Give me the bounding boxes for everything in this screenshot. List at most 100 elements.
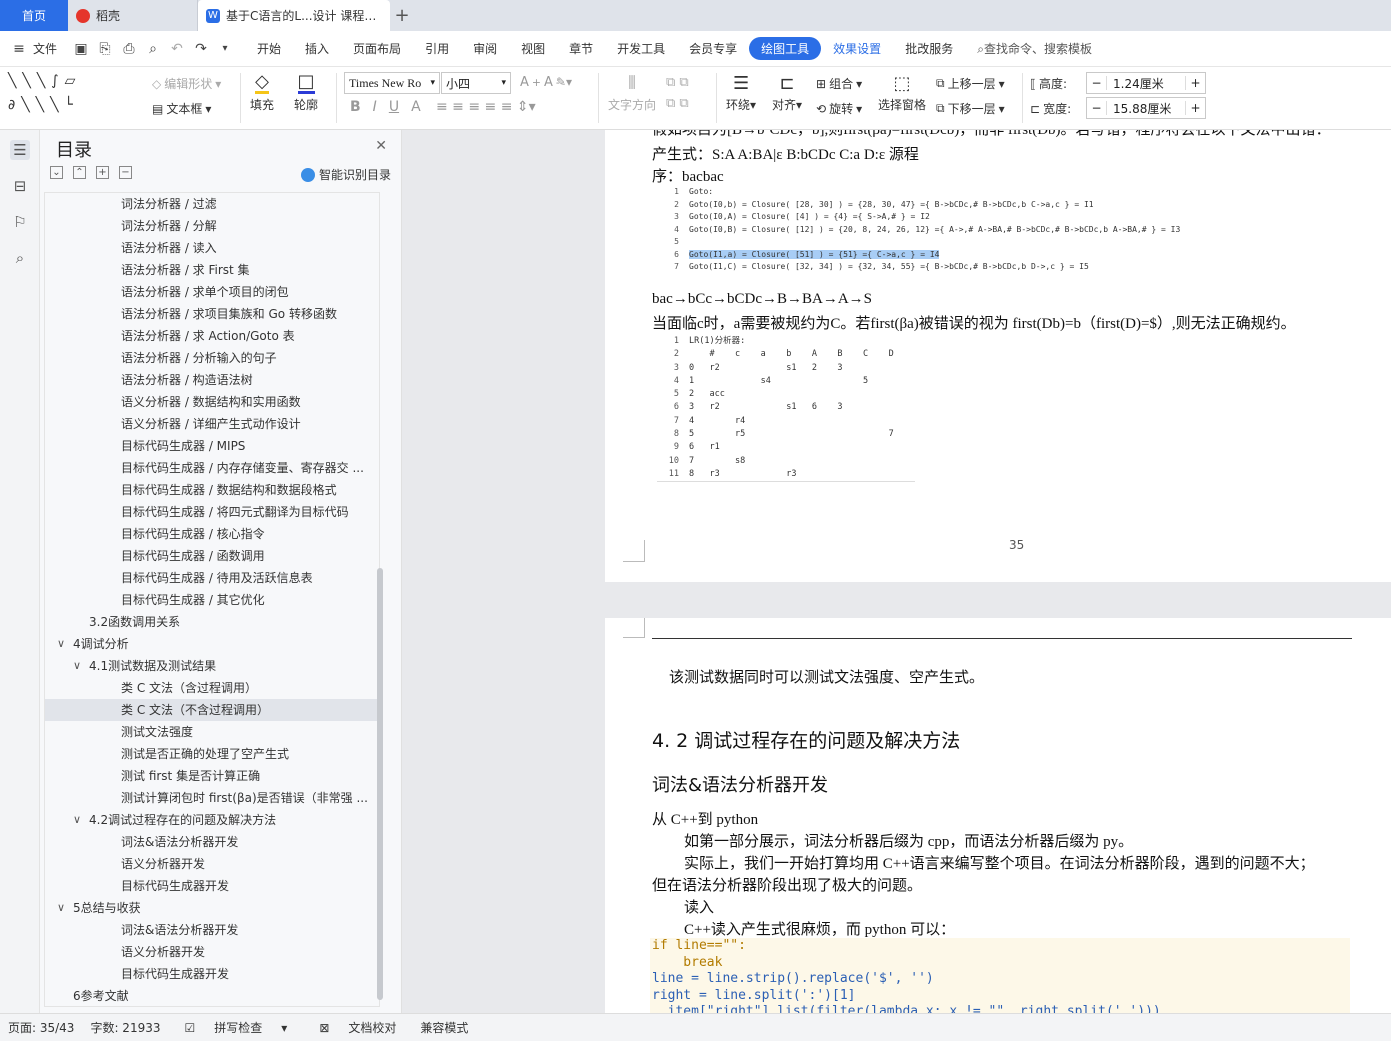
goto-code-image[interactable]: 1 Goto: 2 Goto(I0,b) = Closure( [28, 30] ) …	[657, 186, 1180, 274]
menu-insert[interactable]: 插入	[293, 40, 341, 57]
toc-item[interactable]: 语义分析器开发	[45, 853, 379, 875]
close-icon[interactable]: ✕	[375, 138, 387, 154]
hamburger-icon[interactable]: ≡	[10, 40, 28, 58]
lr1-table-image[interactable]: 1 LR(1)分析器: 2 # c a b A B C D30 r2 s1 2 34…	[657, 335, 915, 483]
wrap-button[interactable]: ☰ 环绕▾	[726, 73, 756, 113]
outline-button[interactable]: □ 轮廓	[294, 73, 318, 113]
toc-item[interactable]: 6参考文献	[45, 985, 379, 1006]
print-icon[interactable]: ⎙	[120, 40, 138, 58]
add-heading-icon[interactable]: +	[96, 166, 109, 179]
group-button[interactable]: ⊞ 组合 ▾	[816, 75, 862, 92]
toc-item[interactable]: 目标代码生成器 / 数据结构和数据段格式	[45, 479, 379, 501]
align-button[interactable]: ⊏ 对齐▾	[772, 73, 802, 113]
fill-button[interactable]: ◇ 填充	[250, 73, 274, 113]
menu-dev-tools[interactable]: 开发工具	[605, 40, 677, 57]
menu-drawing-tools[interactable]: 绘图工具	[749, 37, 822, 60]
export-pdf-icon[interactable]: ⎘	[96, 40, 114, 58]
text-format-row[interactable]: BIUA	[350, 99, 421, 115]
remove-heading-icon[interactable]: −	[119, 166, 132, 179]
find-icon[interactable]: ⌕	[10, 248, 30, 268]
menu-file[interactable]: 文件	[31, 40, 69, 57]
menu-member[interactable]: 会员专享	[677, 40, 749, 57]
toc-item[interactable]: 目标代码生成器 / 待用及活跃信息表	[45, 567, 379, 589]
smart-toc-button[interactable]: 智能识别目录	[300, 166, 391, 183]
toc-item[interactable]: 目标代码生成器 / 函数调用	[45, 545, 379, 567]
edit-shape-button[interactable]: ◇ 编辑形状 ▾	[152, 75, 221, 92]
menu-start[interactable]: 开始	[245, 40, 293, 57]
toc-item[interactable]: 目标代码生成器 / 内存存储变量、寄存器交 ...	[45, 457, 379, 479]
toc-item[interactable]: ∨ 4调试分析	[45, 633, 379, 655]
toc-item[interactable]: 词法分析器 / 过滤	[45, 193, 379, 215]
rotate-button[interactable]: ⟲ 旋转 ▾	[816, 100, 862, 117]
chapter-nav-icon[interactable]: ⊟	[10, 176, 30, 196]
text-link-icons[interactable]: ⧉ ⧉ ⧉ ⧉	[666, 75, 689, 111]
toc-item[interactable]: 语义分析器 / 详细产生式动作设计	[45, 413, 379, 435]
tab-home[interactable]: 首页	[0, 0, 68, 31]
toc-item[interactable]: 语义分析器 / 数据结构和实用函数	[45, 391, 379, 413]
font-grow-shrink[interactable]: A + A-	[520, 75, 560, 90]
menu-review[interactable]: 审阅	[461, 40, 509, 57]
toc-item[interactable]: 目标代码生成器 / 核心指令	[45, 523, 379, 545]
toc-item[interactable]: 语法分析器 / 分析输入的句子	[45, 347, 379, 369]
proofread-button[interactable]: ⊠ 文档校对	[303, 1019, 412, 1036]
toc-item[interactable]: 词法&语法分析器开发	[45, 831, 379, 853]
clear-format-icon[interactable]: ✎▾	[556, 75, 572, 89]
toc-panel-icon[interactable]: ☰	[10, 140, 30, 160]
height-stepper[interactable]: − 1.24厘米 +	[1086, 72, 1206, 94]
spell-check-toggle[interactable]: ☑ 拼写检查 ▾	[169, 1019, 304, 1036]
tab-document[interactable]: W 基于C语言的L...设计 课程论文	[198, 0, 390, 31]
toc-item[interactable]: 目标代码生成器开发	[45, 963, 379, 985]
expand-all-icon[interactable]: ⌃	[73, 166, 86, 179]
menu-reference[interactable]: 引用	[413, 40, 461, 57]
toc-item[interactable]: 目标代码生成器 / 其它优化	[45, 589, 379, 611]
menu-chapter[interactable]: 章节	[557, 40, 605, 57]
expand-toggle-icon[interactable]: ∨	[57, 897, 65, 919]
toc-item[interactable]: ∨ 4.1测试数据及测试结果	[45, 655, 379, 677]
toc-item[interactable]: 语法分析器 / 求单个项目的闭包	[45, 281, 379, 303]
toc-item[interactable]: 类 C 文法（含过程调用）	[45, 677, 379, 699]
word-count[interactable]: 字数: 21933	[82, 1019, 168, 1036]
toc-item[interactable]: 目标代码生成器 / MIPS	[45, 435, 379, 457]
expand-toggle-icon[interactable]: ∨	[73, 655, 81, 677]
quick-access-dropdown-icon[interactable]: ▾	[216, 40, 234, 58]
bring-forward-button[interactable]: ⧉ 上移一层 ▾	[936, 75, 1005, 92]
toc-item[interactable]: 类 C 文法（不含过程调用）	[45, 699, 379, 721]
toc-scrollbar[interactable]	[377, 568, 383, 1000]
toc-item[interactable]: 语法分析器 / 求 Action/Goto 表	[45, 325, 379, 347]
toc-item[interactable]: 3.2函数调用关系	[45, 611, 379, 633]
toc-item[interactable]: ∨ 5总结与收获	[45, 897, 379, 919]
text-direction-button[interactable]: ⫴ 文字方向	[608, 73, 656, 113]
send-backward-button[interactable]: ⧉ 下移一层 ▾	[936, 100, 1005, 117]
width-decrease-button[interactable]: −	[1087, 101, 1107, 115]
toc-item[interactable]: 测试计算闭包时 first(βa)是否错误（非常强 ...	[45, 787, 379, 809]
toc-item[interactable]: 语法分析器 / 读入	[45, 237, 379, 259]
select-pane-button[interactable]: ⬚ 选择窗格	[878, 73, 926, 113]
menu-page-layout[interactable]: 页面布局	[341, 40, 413, 57]
font-size-select[interactable]: 小四 ▾	[441, 72, 511, 94]
toc-item[interactable]: 测试是否正确的处理了空产生式	[45, 743, 379, 765]
menu-batch-service[interactable]: 批改服务	[893, 40, 965, 57]
width-value[interactable]: 15.88厘米	[1107, 100, 1185, 117]
redo-icon[interactable]: ↷	[192, 40, 210, 58]
toc-item[interactable]: 语法分析器 / 构造语法树	[45, 369, 379, 391]
bookmark-icon[interactable]: ⚐	[10, 212, 30, 232]
font-name-select[interactable]: Times New Ro ▾	[344, 72, 440, 94]
save-icon[interactable]: ▣	[72, 40, 90, 58]
width-increase-button[interactable]: +	[1185, 101, 1205, 115]
height-value[interactable]: 1.24厘米	[1107, 75, 1185, 92]
menu-view[interactable]: 视图	[509, 40, 557, 57]
new-tab-button[interactable]: +	[390, 0, 414, 31]
toc-item[interactable]: 语义分析器开发	[45, 941, 379, 963]
expand-toggle-icon[interactable]: ∨	[57, 633, 65, 655]
toc-item[interactable]: 语法分析器 / 求 First 集	[45, 259, 379, 281]
toc-item[interactable]: 目标代码生成器 / 将四元式翻译为目标代码	[45, 501, 379, 523]
height-decrease-button[interactable]: −	[1087, 76, 1107, 90]
shape-gallery-row2[interactable]: ∂╲╲╲└	[8, 97, 79, 113]
toc-item[interactable]: 语法分析器 / 求项目集族和 Go 转移函数	[45, 303, 379, 325]
toc-item[interactable]: 目标代码生成器开发	[45, 875, 379, 897]
undo-icon[interactable]: ↶	[168, 40, 186, 58]
menu-effects[interactable]: 效果设置	[821, 40, 893, 57]
toc-item[interactable]: ∨ 4.2调试过程存在的问题及解决方法	[45, 809, 379, 831]
toc-item[interactable]: 词法&语法分析器开发	[45, 919, 379, 941]
toc-item[interactable]: 词法分析器 / 分解	[45, 215, 379, 237]
